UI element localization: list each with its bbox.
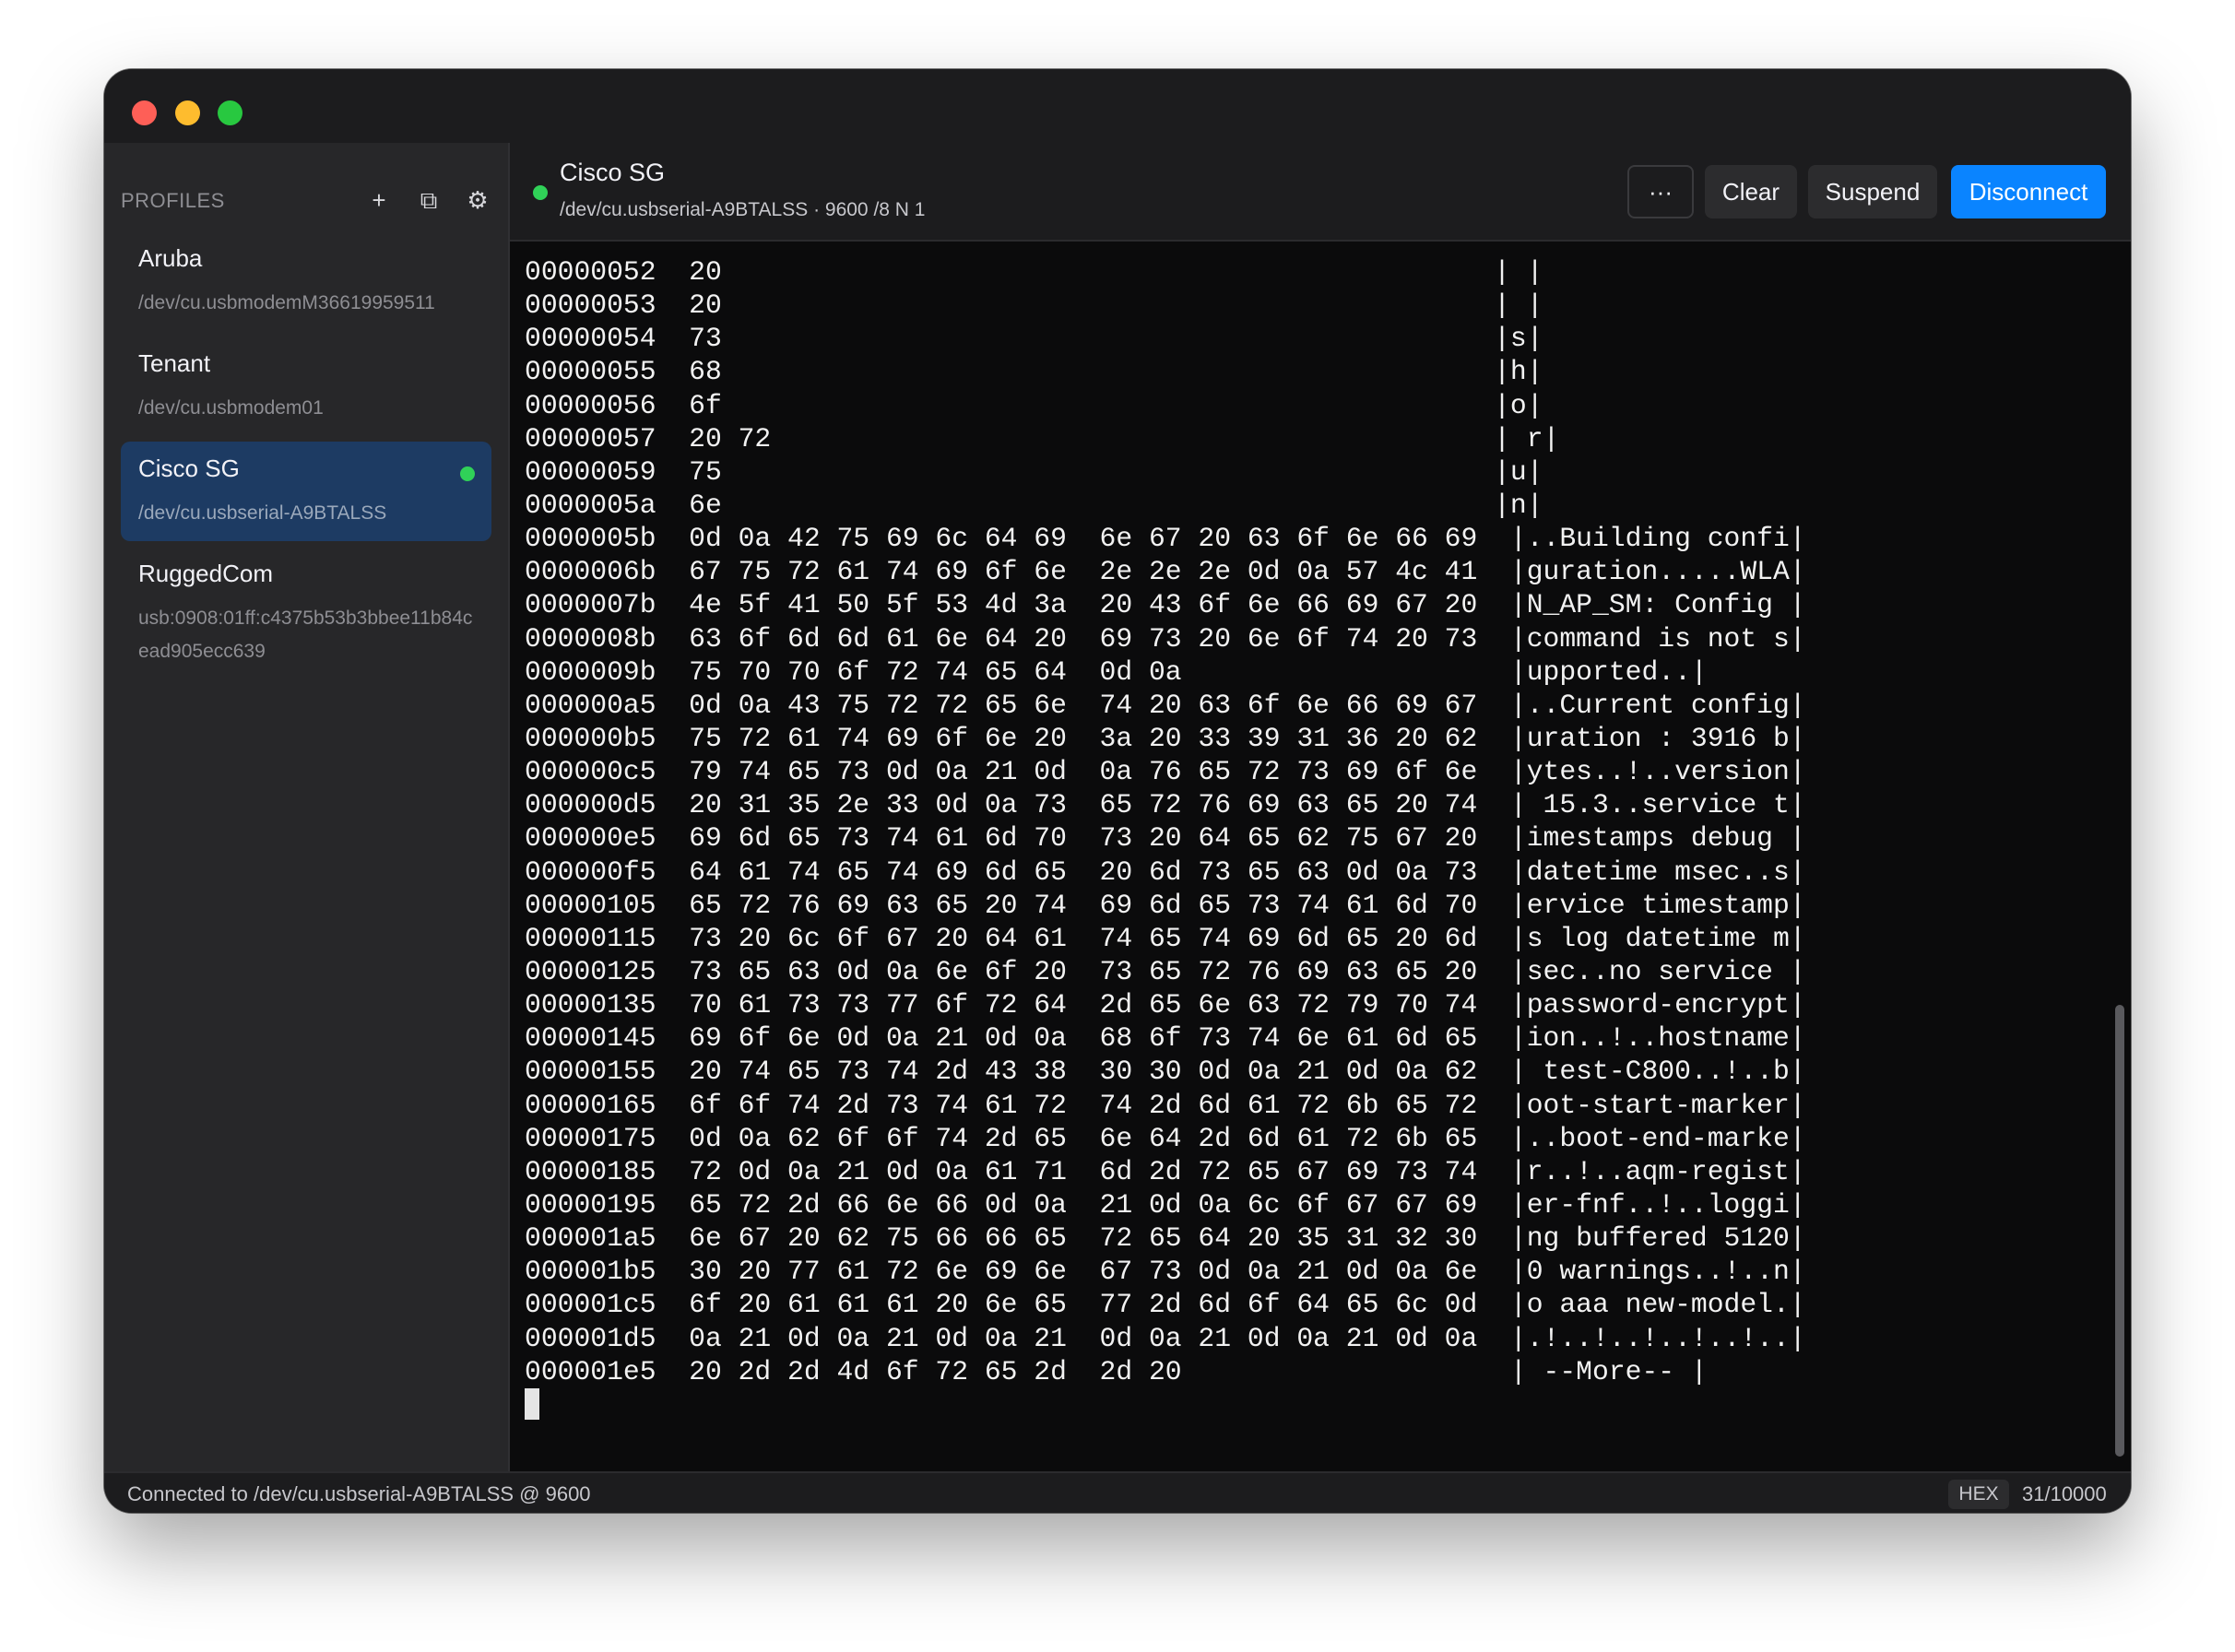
terminal-line: 00000175 0d 0a 62 6f 6f 74 2d 65 6e 64 2…	[525, 1122, 1806, 1154]
terminal-line: 000000c5 79 74 65 73 0d 0a 21 0d 0a 76 6…	[525, 756, 1806, 788]
close-window-button[interactable]	[132, 100, 157, 125]
terminal-cursor-line	[525, 1387, 2092, 1422]
terminal-line: 000000b5 75 72 61 74 69 6f 6e 20 3a 20 3…	[525, 722, 1806, 754]
profile-item-aruba[interactable]: Aruba /dev/cu.usbmodemM36619959511	[121, 231, 491, 331]
profile-item-tenant[interactable]: Tenant /dev/cu.usbmodem01	[121, 336, 491, 436]
minimize-window-button[interactable]	[175, 100, 200, 125]
terminal-line: 00000054 73 |s|	[525, 323, 1543, 355]
terminal-line: 0000005b 0d 0a 42 75 69 6c 64 69 6e 67 2…	[525, 523, 1806, 555]
session-pane: Cisco SG /dev/cu.usbserial-A9BTALSS · 96…	[510, 143, 2131, 1471]
profile-item-cisco-sg[interactable]: Cisco SG /dev/cu.usbserial-A9BTALSS	[121, 442, 491, 541]
session-title: Cisco SG	[560, 159, 666, 186]
terminal-scrollbar[interactable]	[2115, 1005, 2124, 1457]
terminal-line: 00000155 20 74 65 73 74 2d 43 38 30 30 0…	[525, 1056, 1806, 1088]
terminal-line: 000000f5 64 61 74 65 74 69 6d 65 20 6d 7…	[525, 856, 1806, 888]
terminal-line: 00000115 73 20 6c 6f 67 20 64 61 74 65 7…	[525, 922, 1806, 954]
settings-icon[interactable]: ⚙	[461, 182, 494, 218]
profile-name: Aruba	[138, 244, 203, 272]
sidebar: PROFILES + ⧉ ⚙ Aruba /dev/cu.usbmodemM36…	[104, 143, 510, 1471]
zoom-window-button[interactable]	[218, 100, 242, 125]
terminal-line: 000000d5 20 31 35 2e 33 0d 0a 73 65 72 7…	[525, 789, 1806, 821]
line-count: 31/10000	[2022, 1482, 2107, 1505]
connection-status-text: Connected to /dev/cu.usbserial-A9BTALSS …	[127, 1482, 591, 1505]
terminal-line: 00000053 20 | |	[525, 289, 1543, 322]
terminal-line: 0000005a 6e |n|	[525, 489, 1543, 521]
terminal-line: 00000165 6f 6f 74 2d 73 74 61 72 74 2d 6…	[525, 1089, 1806, 1121]
terminal-line: 00000185 72 0d 0a 21 0d 0a 61 71 6d 2d 7…	[525, 1155, 1806, 1187]
session-status-dot	[533, 185, 548, 200]
terminal-line: 00000057 20 72 | r|	[525, 422, 1560, 454]
profile-name: RuggedCom	[138, 560, 273, 587]
profile-path: /dev/cu.usbmodem01	[138, 397, 324, 419]
suspend-button[interactable]: Suspend	[1808, 165, 1937, 218]
terminal-cursor	[525, 1387, 539, 1420]
terminal-line: 00000056 6f |o|	[525, 389, 1543, 421]
app-window: PROFILES + ⧉ ⚙ Aruba /dev/cu.usbmodemM36…	[104, 69, 2131, 1513]
profiles-header: PROFILES + ⧉ ⚙	[121, 182, 491, 218]
disconnect-button[interactable]: Disconnect	[1951, 165, 2106, 218]
terminal-line: 000001c5 6f 20 61 61 61 20 6e 65 77 2d 6…	[525, 1289, 1806, 1321]
terminal-line: 000000e5 69 6d 65 73 74 61 6d 70 73 20 6…	[525, 822, 1806, 855]
display-mode-badge[interactable]: HEX	[1948, 1480, 2009, 1509]
profile-name: Cisco SG	[138, 454, 240, 482]
terminal-line: 0000009b 75 70 70 6f 72 74 65 64 0d 0a |…	[525, 655, 1708, 688]
title-bar	[104, 69, 2131, 143]
terminal-line: 00000135 70 61 73 73 77 6f 72 64 2d 65 6…	[525, 989, 1806, 1021]
terminal-output[interactable]: 00000052 20 | | 00000053 20 | | 00000054 7…	[525, 255, 2092, 1454]
profile-name: Tenant	[138, 349, 211, 377]
clear-button[interactable]: Clear	[1705, 165, 1797, 218]
profile-path: /dev/cu.usbmodemM36619959511	[138, 292, 435, 313]
connected-status-dot	[460, 466, 475, 481]
profiles-title: PROFILES	[121, 189, 225, 212]
terminal-line: 0000007b 4e 5f 41 50 5f 53 4d 3a 20 43 6…	[525, 589, 1806, 621]
session-connection-info: /dev/cu.usbserial-A9BTALSS · 9600 /8 N 1	[560, 199, 926, 220]
session-header: Cisco SG /dev/cu.usbserial-A9BTALSS · 96…	[510, 143, 2131, 242]
terminal-line: 000001b5 30 20 77 61 72 6e 69 6e 67 73 0…	[525, 1256, 1806, 1288]
terminal-line: 00000125 73 65 63 0d 0a 6e 6f 20 73 65 7…	[525, 955, 1806, 987]
terminal-line: 000001d5 0a 21 0d 0a 21 0d 0a 21 0d 0a 2…	[525, 1322, 1806, 1354]
terminal-line: 000001e5 20 2d 2d 4d 6f 72 65 2d 2d 20 |…	[525, 1355, 1708, 1387]
profile-item-ruggedcom[interactable]: RuggedCom usb:0908:01ff:c4375b53b3bbee11…	[121, 547, 491, 679]
more-options-button[interactable]: ···	[1627, 165, 1694, 218]
status-bar: Connected to /dev/cu.usbserial-A9BTALSS …	[104, 1471, 2131, 1513]
terminal-line: 00000055 68 |h|	[525, 356, 1543, 388]
terminal-line: 0000006b 67 75 72 61 74 69 6f 6e 2e 2e 2…	[525, 556, 1806, 588]
terminal-line: 000000a5 0d 0a 43 75 72 72 65 6e 74 20 6…	[525, 689, 1806, 721]
duplicate-profile-icon[interactable]: ⧉	[412, 182, 445, 218]
terminal-line: 00000195 65 72 2d 66 6e 66 0d 0a 21 0d 0…	[525, 1188, 1806, 1221]
terminal-line: 00000145 69 6f 6e 0d 0a 21 0d 0a 68 6f 7…	[525, 1022, 1806, 1055]
add-profile-icon[interactable]: +	[362, 182, 396, 218]
profile-path: /dev/cu.usbserial-A9BTALSS	[138, 502, 387, 524]
terminal-line: 000001a5 6e 67 20 62 75 66 66 65 72 65 6…	[525, 1222, 1806, 1255]
profile-path: usb:0908:01ff:c4375b53b3bbee11b84cead905…	[138, 608, 473, 662]
terminal-line: 00000105 65 72 76 69 63 65 20 74 69 6d 6…	[525, 889, 1806, 921]
terminal-line: 00000059 75 |u|	[525, 455, 1543, 488]
terminal-line: 00000052 20 | |	[525, 256, 1543, 288]
terminal-line: 0000008b 63 6f 6d 6d 61 6e 64 20 69 73 2…	[525, 622, 1806, 655]
